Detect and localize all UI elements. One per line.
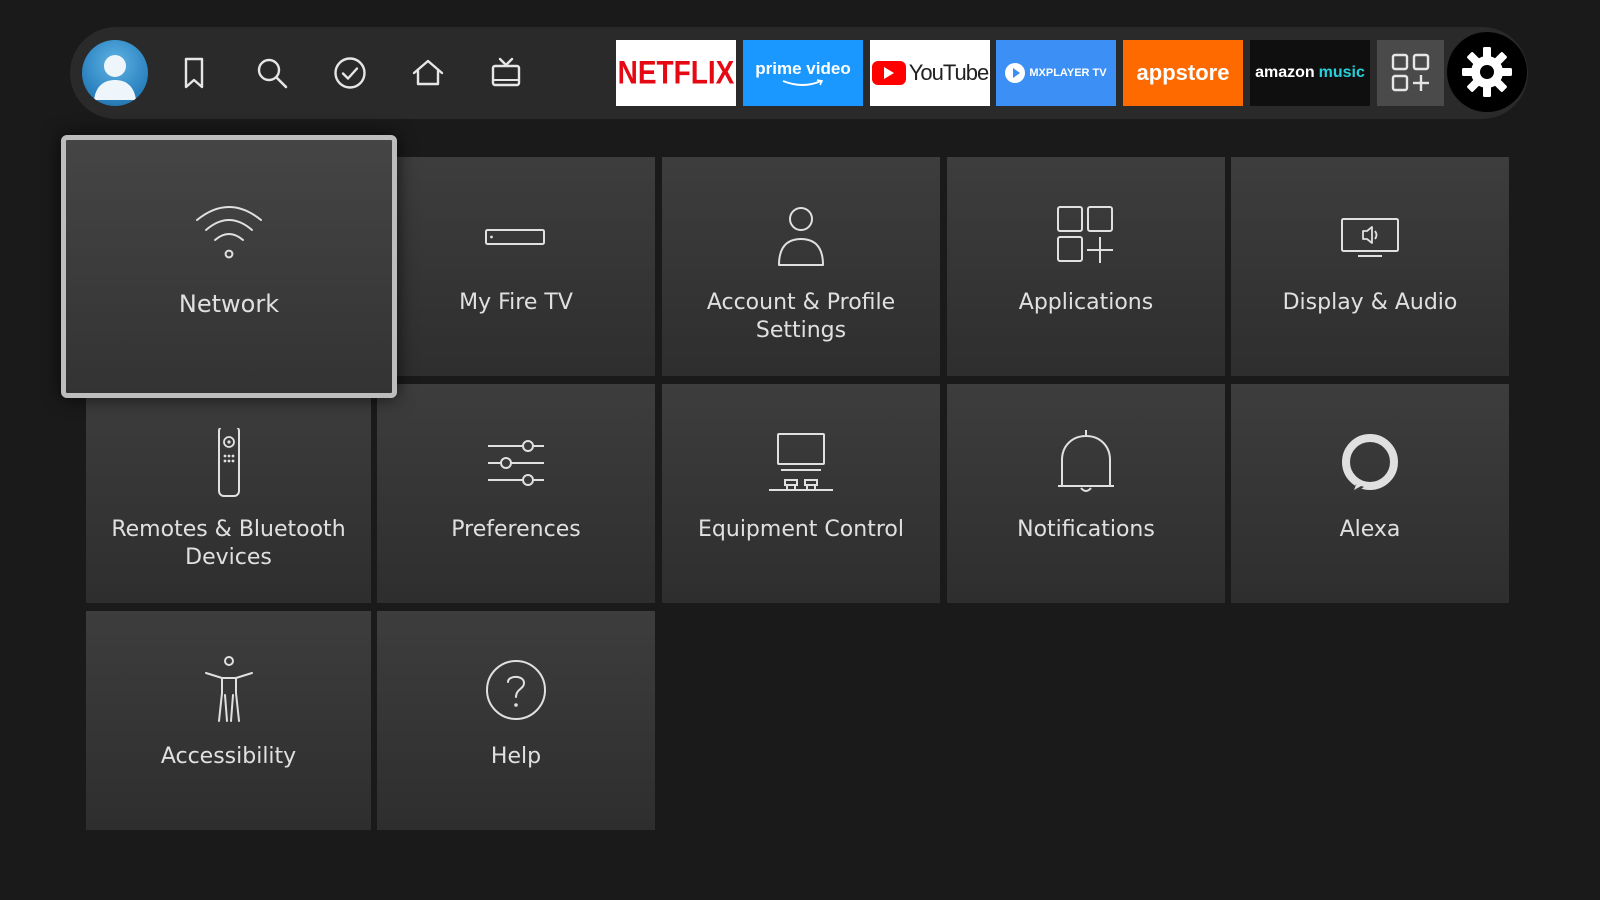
tile-label: Help	[490, 744, 542, 769]
tile-notifications[interactable]: Notifications	[947, 384, 1225, 603]
tile-label: Preferences	[451, 517, 581, 542]
mx-play-icon	[1005, 63, 1026, 83]
prime-smile-icon	[782, 79, 824, 86]
tile-my-fire-tv[interactable]: My Fire TV	[377, 157, 655, 376]
amazon-music-product-text: music	[1318, 64, 1365, 81]
mx-player-logo-text: MXPLAYER TV	[1029, 67, 1107, 79]
wifi-icon	[189, 198, 269, 268]
tile-label: Alexa	[1339, 517, 1401, 542]
tile-label: Display & Audio	[1282, 290, 1458, 315]
apps-grid-icon	[1046, 201, 1126, 271]
netflix-logo-text: NETFLIX	[617, 54, 735, 91]
user-silhouette-icon	[94, 55, 136, 100]
tile-label: Applications	[1018, 290, 1154, 315]
tile-label: Remotes & Bluetooth Devices	[111, 517, 346, 570]
check-circle-icon[interactable]	[330, 53, 370, 93]
search-icon[interactable]	[252, 53, 292, 93]
tile-label: Network	[178, 290, 280, 318]
all-apps-icon	[1391, 53, 1429, 92]
tile-equipment-control[interactable]: Equipment Control	[662, 384, 940, 603]
display-audio-icon	[1330, 201, 1410, 271]
youtube-play-icon	[871, 61, 906, 85]
amazon-music-app-tile[interactable]: amazon music	[1250, 40, 1370, 106]
prime-video-logo-text: prime video	[755, 59, 851, 78]
alexa-ring-icon	[1330, 428, 1410, 498]
top-nav-bar: NETFLIX prime video YouTube MXPLAYER TV …	[70, 27, 1528, 119]
tile-display-audio[interactable]: Display & Audio	[1231, 157, 1509, 376]
bell-icon	[1046, 428, 1126, 498]
youtube-logo-text: YouTube	[908, 60, 989, 85]
tile-label: My Fire TV	[459, 290, 573, 315]
appstore-app-tile[interactable]: appstore	[1123, 40, 1243, 106]
tile-label: Accessibility	[160, 744, 297, 769]
tile-remotes-bluetooth[interactable]: Remotes & Bluetooth Devices	[86, 384, 371, 603]
person-icon	[761, 201, 841, 271]
tile-account-profile-settings[interactable]: Account & Profile Settings	[662, 157, 940, 376]
help-icon	[476, 655, 556, 725]
tile-alexa[interactable]: Alexa	[1231, 384, 1509, 603]
amazon-music-brand-text: amazon	[1255, 64, 1315, 81]
tile-applications[interactable]: Applications	[947, 157, 1225, 376]
live-tv-icon[interactable]	[486, 53, 526, 93]
tile-label: Account & Profile Settings	[706, 290, 896, 343]
netflix-app-tile[interactable]: NETFLIX	[616, 40, 736, 106]
tile-accessibility[interactable]: Accessibility	[86, 611, 371, 830]
prime-video-app-tile[interactable]: prime video	[743, 40, 863, 106]
profile-avatar[interactable]	[82, 40, 148, 106]
accessibility-icon	[189, 655, 269, 725]
tile-label: Notifications	[1017, 517, 1155, 542]
tile-network[interactable]: Network	[61, 135, 397, 398]
equipment-icon	[761, 428, 841, 498]
settings-gear-icon	[1462, 47, 1512, 97]
tile-label: Equipment Control	[698, 517, 904, 542]
appstore-logo-text: appstore	[1136, 60, 1230, 85]
youtube-app-tile[interactable]: YouTube	[870, 40, 990, 106]
fire-tv-device-icon	[476, 201, 556, 271]
bookmark-icon[interactable]	[174, 53, 214, 93]
mx-player-app-tile[interactable]: MXPLAYER TV	[996, 40, 1116, 106]
remote-icon	[189, 428, 269, 498]
tile-preferences[interactable]: Preferences	[377, 384, 655, 603]
home-icon[interactable]	[408, 53, 448, 93]
sliders-icon	[476, 428, 556, 498]
all-apps-button[interactable]	[1377, 40, 1444, 106]
settings-button[interactable]	[1447, 32, 1527, 112]
tile-help[interactable]: Help	[377, 611, 655, 830]
